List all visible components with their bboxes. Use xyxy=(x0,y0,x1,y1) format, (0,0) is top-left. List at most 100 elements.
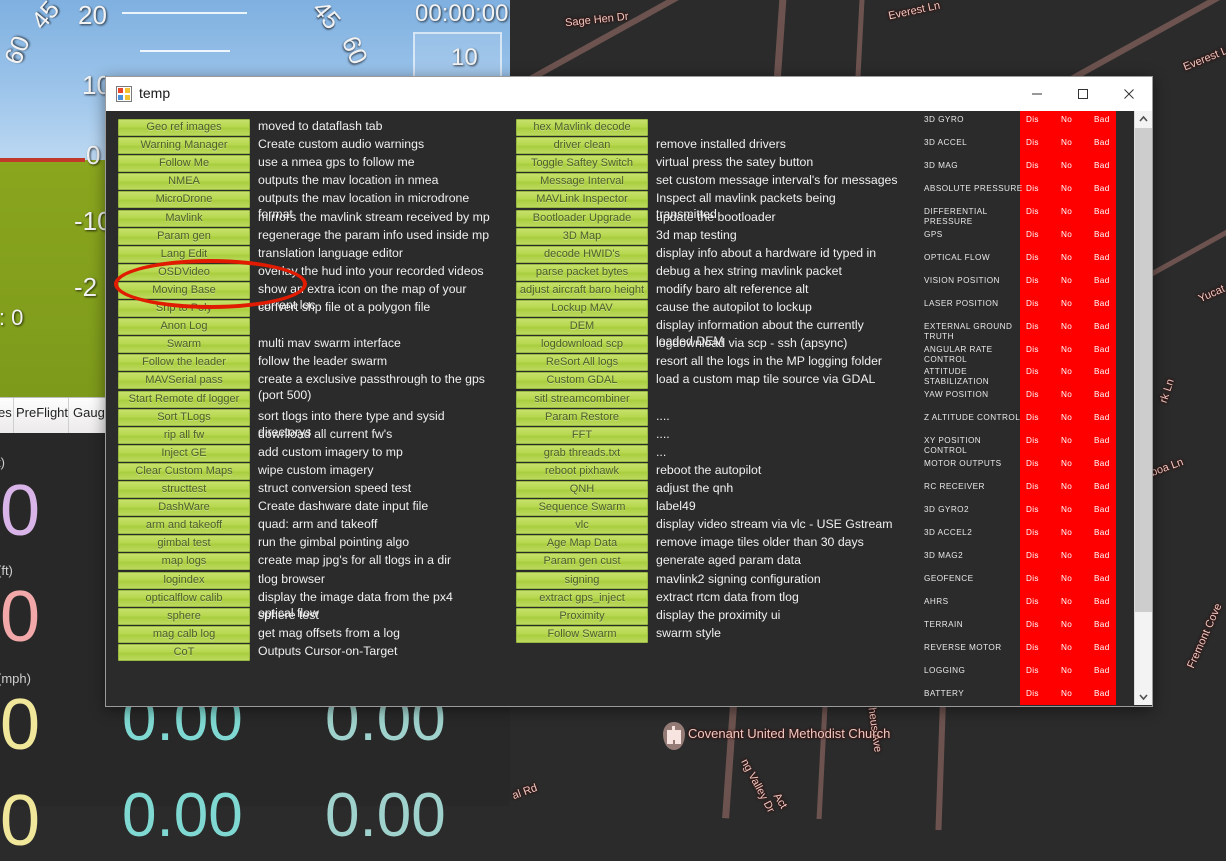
left_column-button-18[interactable]: Inject GE xyxy=(118,445,250,462)
middle_column-button-22[interactable]: vlc xyxy=(516,517,648,534)
middle_column-button-27[interactable]: Proximity xyxy=(516,608,648,625)
left_column-button-8[interactable]: OSDVideo xyxy=(118,264,250,281)
chevron-down-icon xyxy=(1135,688,1152,705)
middle_column-button-7[interactable]: decode HWID's xyxy=(516,246,648,263)
middle_column-button-9[interactable]: adjust aircraft baro height xyxy=(516,282,648,299)
left_column-button-10[interactable]: Shp to Poly xyxy=(118,300,250,317)
middle_column-button-10[interactable]: Lockup MAV xyxy=(516,300,648,317)
left_column-description-18: add custom imagery to mp xyxy=(258,444,403,460)
left_column-button-14[interactable]: MAVSerial pass xyxy=(118,372,250,389)
middle_column-button-18[interactable]: grab threads.txt xyxy=(516,445,648,462)
status-row-name-23: REVERSE MOTOR xyxy=(924,643,1024,653)
vertical-scrollbar[interactable] xyxy=(1134,111,1152,705)
app-window-icon xyxy=(116,86,132,102)
tab-preflight[interactable]: PreFlight xyxy=(16,405,68,420)
left_column-button-9[interactable]: Moving Base xyxy=(118,282,250,299)
left_column-button-27[interactable]: sphere xyxy=(118,608,250,625)
left_column-button-28[interactable]: mag calb log xyxy=(118,626,250,643)
middle_column-button-3[interactable]: Message Interval xyxy=(516,173,648,190)
status-row-enabled-20: Dis xyxy=(1026,574,1039,584)
close-button[interactable] xyxy=(1106,77,1152,110)
sensor-status-panel: 3D GYRODisNoBad3D ACCELDisNoBad3D MAGDis… xyxy=(914,111,1136,705)
left_column-button-2[interactable]: Follow Me xyxy=(118,155,250,172)
status-row-health-25: No xyxy=(1061,689,1072,699)
left_column-button-3[interactable]: NMEA xyxy=(118,173,250,190)
window-title: temp xyxy=(139,85,170,101)
middle_column-button-0[interactable]: hex Mavlink decode xyxy=(516,119,648,136)
middle_column-button-20[interactable]: QNH xyxy=(516,481,648,498)
middle_column-description-26: extract rtcm data from tlog xyxy=(656,589,799,605)
left_column-button-29[interactable]: CoT xyxy=(118,644,250,661)
middle_column-button-15[interactable]: sitl streamcombiner xyxy=(516,391,648,408)
left_column-description-28: get mag offsets from a log xyxy=(258,625,400,641)
middle_column-button-17[interactable]: FFT xyxy=(516,427,648,444)
middle_column-button-16[interactable]: Param Restore xyxy=(516,409,648,426)
left_column-button-25[interactable]: logindex xyxy=(118,572,250,589)
left_column-button-15[interactable]: Start Remote df logger xyxy=(118,391,250,408)
status-row-health-12: No xyxy=(1061,390,1072,400)
left_column-button-26[interactable]: opticalflow calib xyxy=(118,590,250,607)
status-row-name-10: ANGULAR RATE CONTROL xyxy=(924,345,1024,365)
left_column-button-7[interactable]: Lang Edit xyxy=(118,246,250,263)
scroll-down-button[interactable] xyxy=(1135,688,1152,705)
middle_column-description-16: .... xyxy=(656,408,670,424)
left_column-button-19[interactable]: Clear Custom Maps xyxy=(118,463,250,480)
middle_column-button-5[interactable]: Bootloader Upgrade xyxy=(516,210,648,227)
middle_column-button-8[interactable]: parse packet bytes xyxy=(516,264,648,281)
status-row-health-15: No xyxy=(1061,459,1072,469)
left_column-button-11[interactable]: Anon Log xyxy=(118,318,250,335)
left_column-button-22[interactable]: arm and takeoff xyxy=(118,517,250,534)
left_column-button-20[interactable]: structtest xyxy=(118,481,250,498)
left_column-button-12[interactable]: Swarm xyxy=(118,336,250,353)
left_column-button-0[interactable]: Geo ref images xyxy=(118,119,250,136)
left_column-button-6[interactable]: Param gen xyxy=(118,228,250,245)
status-row-name-14: XY POSITION CONTROL xyxy=(924,436,1024,456)
status-row-name-13: Z ALTITUDE CONTROL xyxy=(924,413,1024,423)
left_column-button-13[interactable]: Follow the leader xyxy=(118,354,250,371)
status-row-enabled-21: Dis xyxy=(1026,597,1039,607)
left_column-button-1[interactable]: Warning Manager xyxy=(118,137,250,154)
maximize-button[interactable] xyxy=(1060,77,1106,110)
middle_column-button-11[interactable]: DEM xyxy=(516,318,648,335)
middle_column-button-19[interactable]: reboot pixhawk xyxy=(516,463,648,480)
tab-quick[interactable]: es xyxy=(0,405,12,420)
middle_column-button-2[interactable]: Toggle Saftey Switch xyxy=(516,155,648,172)
gauge-big-value: 0.00 xyxy=(122,785,243,847)
hud-pitch-bar xyxy=(122,12,247,14)
middle_column-description-12: logdownload via scp - ssh (apsync) xyxy=(656,335,847,351)
middle_column-button-1[interactable]: driver clean xyxy=(516,137,648,154)
status-row-name-19: 3D MAG2 xyxy=(924,551,1024,561)
scrollbar-thumb[interactable] xyxy=(1135,128,1152,612)
window-titlebar[interactable]: temp xyxy=(106,77,1152,112)
middle_column-button-4[interactable]: MAVLink Inspector xyxy=(516,191,648,208)
left_column-button-24[interactable]: map logs xyxy=(118,553,250,570)
middle_column-button-21[interactable]: Sequence Swarm xyxy=(516,499,648,516)
middle_column-button-14[interactable]: Custom GDAL xyxy=(516,372,648,389)
middle_column-button-12[interactable]: logdownload scp xyxy=(516,336,648,353)
middle_column-button-26[interactable]: extract gps_inject xyxy=(516,590,648,607)
left_column-button-21[interactable]: DashWare xyxy=(118,499,250,516)
status-row-name-15: MOTOR OUTPUTS xyxy=(924,459,1024,469)
status-row-present-3: Bad xyxy=(1094,184,1110,194)
left_column-button-23[interactable]: gimbal test xyxy=(118,535,250,552)
middle_column-button-25[interactable]: signing xyxy=(516,572,648,589)
middle_column-button-28[interactable]: Follow Swarm xyxy=(516,626,648,643)
middle_column-button-24[interactable]: Param gen cust xyxy=(516,553,648,570)
middle_column-description-23: remove image tiles older than 30 days xyxy=(656,534,864,550)
minimize-button[interactable] xyxy=(1014,77,1060,110)
status-row-enabled-14: Dis xyxy=(1026,436,1039,446)
middle_column-button-6[interactable]: 3D Map xyxy=(516,228,648,245)
middle_column-button-23[interactable]: Age Map Data xyxy=(516,535,648,552)
map-label: Everest Ln xyxy=(887,0,941,22)
left_column-button-17[interactable]: rip all fw xyxy=(118,427,250,444)
left_column-description-22: quad: arm and takeoff xyxy=(258,516,377,532)
left_column-description-27: sphere test xyxy=(258,607,319,623)
hud-timer: 00:00:00 xyxy=(415,0,508,28)
left_column-button-5[interactable]: Mavlink xyxy=(118,210,250,227)
status-row-health-14: No xyxy=(1061,436,1072,446)
left_column-button-16[interactable]: Sort TLogs xyxy=(118,409,250,426)
scroll-up-button[interactable] xyxy=(1135,111,1152,128)
status-row-enabled-11: Dis xyxy=(1026,367,1039,377)
middle_column-button-13[interactable]: ReSort All logs xyxy=(516,354,648,371)
left_column-button-4[interactable]: MicroDrone xyxy=(118,191,250,208)
